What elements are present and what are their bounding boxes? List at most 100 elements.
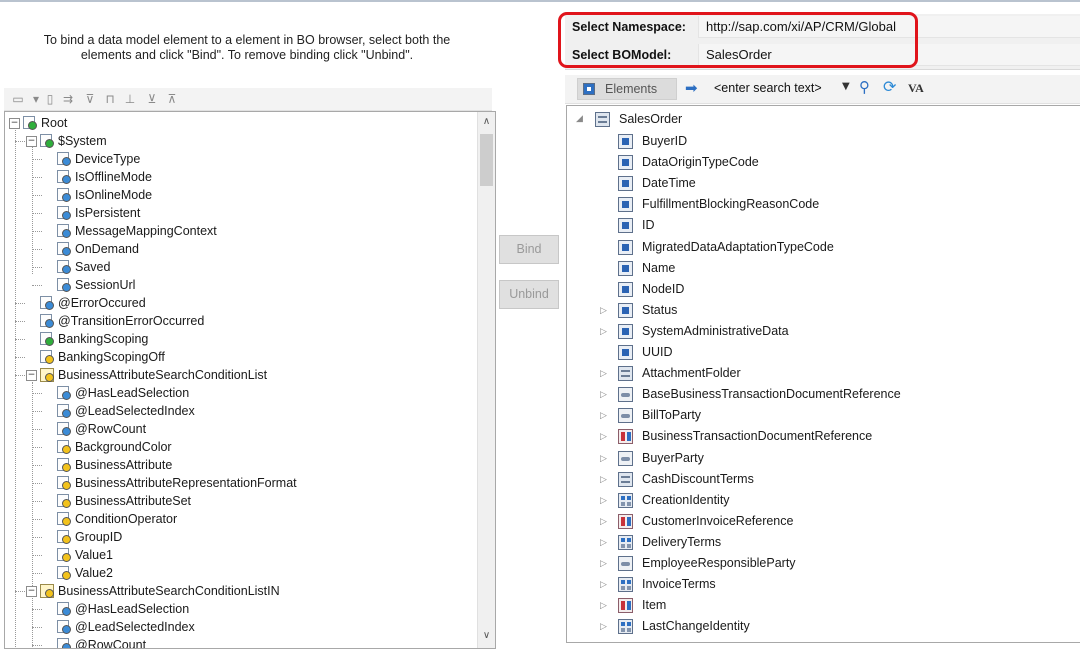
tree-element[interactable]: NodeID: [642, 279, 684, 300]
tree-connector: [32, 429, 42, 430]
collapse-icon[interactable]: −: [9, 118, 20, 129]
tree-item-label: BusinessAttributeSearchConditionList: [58, 368, 268, 382]
tree-element[interactable]: AttachmentFolder: [642, 363, 741, 384]
elements-button[interactable]: Elements: [577, 78, 677, 100]
tree-item-label: Saved: [75, 260, 111, 274]
tree-item-label: Value1: [75, 548, 113, 562]
tree-element[interactable]: Name: [642, 258, 675, 279]
field-icon: [57, 548, 71, 562]
expand-arrow-icon[interactable]: ▷: [600, 475, 607, 485]
tree-item-label: BusinessAttribute: [75, 458, 173, 472]
filter-icon[interactable]: ⊽: [82, 91, 98, 107]
bo-element-tree[interactable]: ◢ SalesOrder BuyerID DataOriginTypeCode Da…: [566, 105, 1080, 643]
tree-element[interactable]: BusinessTransactionDocumentReference: [642, 426, 872, 447]
expand-arrow-icon[interactable]: ▷: [600, 580, 607, 590]
tree-element[interactable]: DateTime: [642, 173, 696, 194]
expand-arrow-icon[interactable]: ▷: [600, 496, 607, 506]
tree-element[interactable]: BuyerParty: [642, 448, 704, 469]
unbind-button[interactable]: Unbind: [499, 280, 559, 309]
tree-connector: [15, 591, 25, 592]
tree-connector: [32, 285, 42, 286]
hierarchy-icon[interactable]: ⊓: [102, 91, 118, 107]
tree-scrollbar[interactable]: ∧ ∨: [477, 112, 495, 648]
root-node-icon: [23, 116, 37, 130]
tree-element[interactable]: DeliveryTerms: [642, 532, 721, 553]
search-icon[interactable]: ⚲: [859, 78, 870, 96]
bind-button[interactable]: Bind: [499, 235, 559, 264]
tree-item-label: OnDemand: [75, 242, 139, 256]
tree-connector: [32, 573, 42, 574]
tree-element[interactable]: EmployeeResponsibleParty: [642, 553, 796, 574]
tree-element[interactable]: InvoiceTerms: [642, 574, 716, 595]
expand-arrow-icon[interactable]: ▷: [600, 369, 607, 379]
data-model-tree[interactable]: ∧ ∨ − Root − $System DeviceType IsOfflineMode…: [4, 111, 496, 649]
tree-item-label: @ErrorOccured: [58, 296, 146, 310]
delete-icon[interactable]: ▯: [42, 91, 58, 107]
field-icon: [57, 404, 71, 418]
arrow-right-icon[interactable]: ➡: [685, 79, 698, 97]
new-icon[interactable]: ▭: [10, 91, 26, 107]
tree-element[interactable]: Status: [642, 300, 677, 321]
expand-arrow-icon[interactable]: ▷: [600, 622, 607, 632]
tree-icon[interactable]: ⊥: [122, 91, 138, 107]
tree-element[interactable]: ID: [642, 215, 655, 236]
tree-element[interactable]: Item: [642, 595, 666, 616]
collapse-all-icon[interactable]: ⊼: [164, 91, 180, 107]
search-input[interactable]: <enter search text>: [714, 81, 822, 95]
value-assist-button[interactable]: VA: [908, 81, 924, 96]
search-dropdown-icon[interactable]: ▼: [842, 81, 850, 92]
field-icon: [57, 566, 71, 580]
tree-item-label: BankingScoping: [58, 332, 149, 346]
assoc-red-element-icon: [618, 429, 633, 445]
tree-connector: [15, 141, 25, 142]
expand-arrow-icon[interactable]: ▷: [600, 327, 607, 337]
collapse-icon[interactable]: −: [26, 586, 37, 597]
expand-arrow-icon[interactable]: ▷: [600, 432, 607, 442]
refresh-icon[interactable]: ⟳: [883, 77, 896, 96]
tree-element[interactable]: CreationIdentity: [642, 490, 730, 511]
scroll-up-arrow-icon[interactable]: ∧: [481, 116, 492, 128]
tree-item-label: @RowCount: [75, 638, 147, 649]
assoc-element-icon: [618, 408, 633, 424]
expand-arrow-icon[interactable]: ▷: [600, 306, 607, 316]
expand-arrow-icon[interactable]: ▷: [600, 601, 607, 611]
tree-element[interactable]: CashDiscountTerms: [642, 469, 754, 490]
collapse-icon[interactable]: −: [26, 136, 37, 147]
tree-item-label: BusinessAttributeSearchConditionListIN: [58, 584, 280, 598]
scroll-down-arrow-icon[interactable]: ∨: [481, 630, 492, 642]
tree-connector: [15, 375, 25, 376]
expand-arrow-icon[interactable]: ▷: [600, 390, 607, 400]
expand-arrow-icon[interactable]: ▷: [600, 538, 607, 548]
tree-element[interactable]: UUID: [642, 342, 673, 363]
expand-arrow-icon[interactable]: ▷: [600, 454, 607, 464]
tree-element[interactable]: FulfillmentBlockingReasonCode: [642, 194, 819, 215]
expand-all-icon[interactable]: ⊻: [144, 91, 160, 107]
tree-connector: [15, 357, 25, 358]
tree-item-label: BankingScopingOff: [58, 350, 165, 364]
tree-connector: [32, 249, 42, 250]
attr-element-icon: [618, 345, 633, 360]
field-icon: [57, 422, 71, 436]
tree-element[interactable]: BaseBusinessTransactionDocumentReference: [642, 384, 901, 405]
field-icon: [57, 494, 71, 508]
scroll-thumb[interactable]: [480, 134, 493, 186]
field-icon: [57, 260, 71, 274]
collapse-icon[interactable]: −: [26, 370, 37, 381]
expand-arrow-icon[interactable]: ▷: [600, 517, 607, 527]
tree-element[interactable]: BillToParty: [642, 405, 701, 426]
expand-arrow-icon[interactable]: ▷: [600, 559, 607, 569]
tree-item-label: SessionUrl: [75, 278, 136, 292]
tree-element[interactable]: BuyerID: [642, 131, 687, 152]
tree-item-label: BackgroundColor: [75, 440, 172, 454]
tree-element[interactable]: MigratedDataAdaptationTypeCode: [642, 237, 834, 258]
expand-arrow-icon[interactable]: ▷: [600, 411, 607, 421]
collapse-arrow-icon[interactable]: ◢: [576, 114, 583, 124]
tree-element[interactable]: SystemAdministrativeData: [642, 321, 789, 342]
tree-element[interactable]: DataOriginTypeCode: [642, 152, 759, 173]
field-icon: [57, 458, 71, 472]
move-icon[interactable]: ⇉: [60, 91, 76, 107]
tree-root-salesorder[interactable]: SalesOrder: [619, 109, 682, 130]
tree-element[interactable]: LastChangeIdentity: [642, 616, 750, 637]
tree-element[interactable]: CustomerInvoiceReference: [642, 511, 793, 532]
window-top-border: [0, 0, 1080, 2]
